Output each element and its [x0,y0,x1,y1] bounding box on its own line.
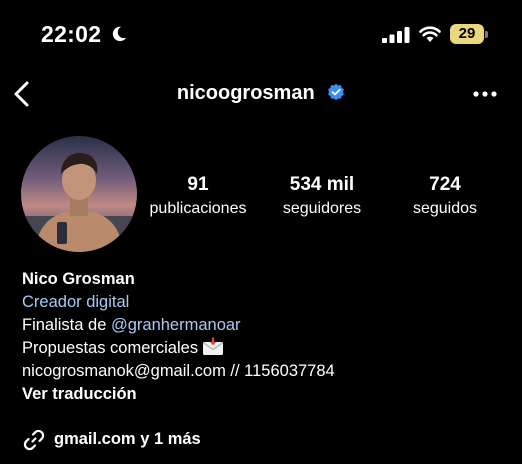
username-container: nicoogrosman [0,82,522,105]
stat-value: 724 [429,174,461,195]
bio-line-proposals: Propuestas comerciales [22,337,502,360]
avatar-photo [21,136,137,252]
battery-level: 29 [450,24,484,44]
incoming-envelope-icon [203,337,224,355]
stat-value: 534 mil [289,174,355,195]
stat-posts[interactable]: 91 publicaciones [128,174,268,220]
stat-label: publicaciones [149,200,247,217]
profile-header: nicoogrosman [0,72,522,116]
stat-value: 91 [187,174,209,195]
moon-icon [112,26,127,42]
profile-display-name: Nico Grosman [22,270,135,288]
battery-icon: 29 [450,24,490,46]
battery-tip [485,31,488,38]
bio-line-finalist: Finalista de @granhermanoar [22,314,502,337]
stat-following[interactable]: 724 seguidos [375,174,515,220]
bio-text: Finalista de [22,316,111,334]
more-options-icon[interactable] [472,90,498,98]
stat-followers[interactable]: 534 mil seguidores [252,174,392,220]
profile-bio: Nico Grosman Creador digital Finalista d… [22,268,502,406]
link-icon [23,429,45,451]
bio-line-contact: nicogrosmanok@gmail.com // 1156037784 [22,362,335,380]
verified-icon [328,83,345,101]
external-link-text[interactable]: gmail.com y 1 más [54,430,201,449]
signal-icon [382,27,410,43]
profile-username[interactable]: nicoogrosman [177,82,315,104]
mention-link[interactable]: @granhermanoar [111,316,241,334]
status-bar: 22:02 29 [0,0,522,64]
see-translation-button[interactable]: Ver traducción [22,383,502,406]
stat-label: seguidores [282,200,362,217]
stat-label: seguidos [412,200,478,217]
wifi-icon [419,26,441,42]
bio-text: Propuestas comerciales [22,339,199,357]
profile-avatar[interactable] [21,136,137,252]
status-time: 22:02 [41,21,102,47]
profile-category[interactable]: Creador digital [22,291,502,314]
